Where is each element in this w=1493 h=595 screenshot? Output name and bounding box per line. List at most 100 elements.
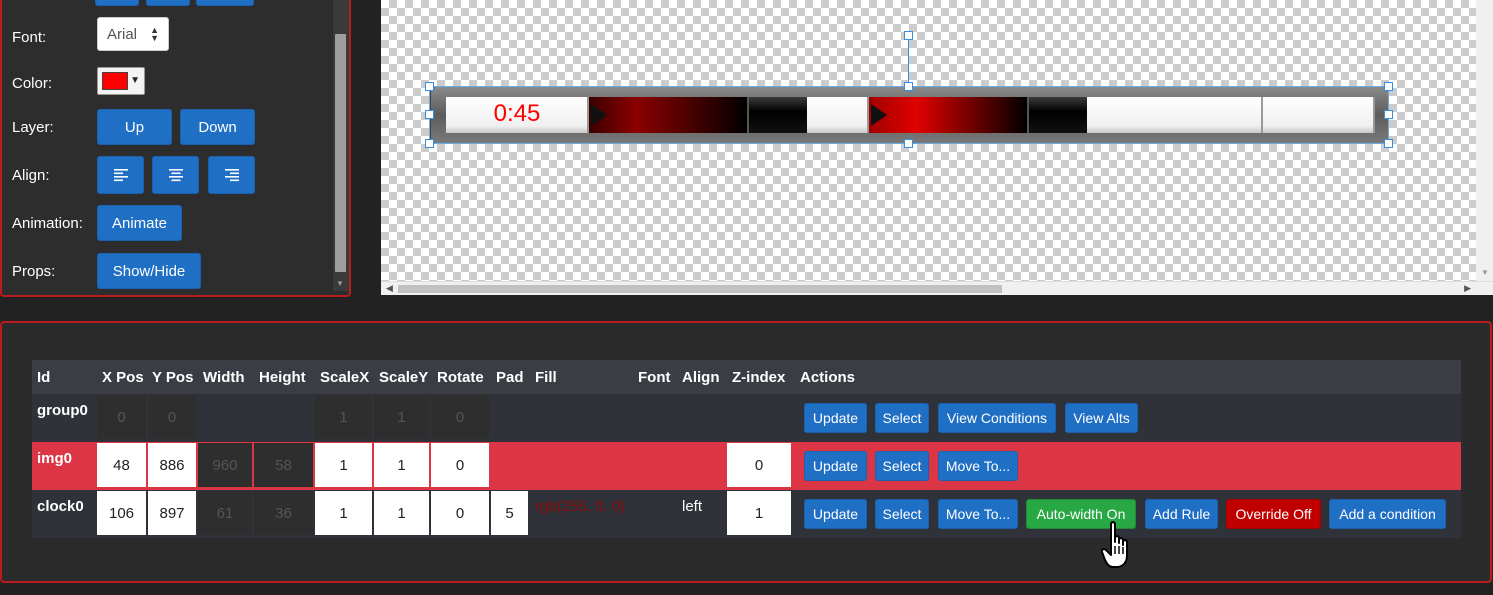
xpos-input[interactable]: 106	[97, 491, 146, 535]
header-rotate: Rotate	[437, 369, 484, 386]
scalex-input[interactable]: 1	[315, 443, 372, 487]
header-height: Height	[259, 369, 306, 386]
select-arrows-icon: ▲ ▼	[150, 25, 159, 43]
scaley-input: 1	[374, 395, 429, 439]
align-center-icon	[168, 169, 183, 182]
scroll-left-icon[interactable]: ◀	[386, 283, 393, 294]
resize-handle-ml[interactable]	[425, 110, 434, 119]
ypos-input[interactable]: 897	[148, 491, 196, 535]
height-input: 58	[254, 443, 313, 487]
height-input: 36	[254, 491, 313, 535]
animate-button[interactable]: Animate	[97, 205, 182, 241]
resize-handle-mr[interactable]	[1384, 110, 1393, 119]
showhide-button[interactable]: Show/Hide	[97, 253, 201, 289]
align-right-button[interactable]	[208, 156, 255, 194]
layer-label: Layer:	[12, 119, 54, 136]
font-label: Font:	[12, 29, 47, 46]
canvas-vertical-scrollbar[interactable]: ▼	[1476, 0, 1493, 281]
resize-handle-bl[interactable]	[425, 139, 434, 148]
header-actions: Actions	[800, 369, 856, 386]
header-align: Align	[682, 369, 720, 386]
select-button[interactable]: Select	[875, 451, 929, 481]
resize-handle-bc[interactable]	[904, 139, 913, 148]
partial-button-3[interactable]	[196, 0, 254, 6]
update-button[interactable]: Update	[804, 403, 867, 433]
scroll-down-icon[interactable]: ▼	[336, 279, 344, 288]
zindex-input[interactable]: 1	[727, 491, 791, 535]
animation-label: Animation:	[12, 215, 83, 232]
override-button[interactable]: Override Off	[1226, 499, 1321, 529]
header-width: Width	[203, 369, 245, 386]
scaley-input[interactable]: 1	[374, 491, 429, 535]
left-panel-scrollbar[interactable]: ▼	[333, 0, 349, 291]
row-id: group0	[37, 402, 88, 419]
properties-panel: Font: Arial ▲ ▼ Color: ▼ Layer: Up Down A…	[0, 0, 351, 297]
header-id: Id	[37, 369, 51, 386]
partial-button-2[interactable]	[146, 0, 190, 6]
update-button[interactable]: Update	[804, 499, 867, 529]
props-label: Props:	[12, 263, 56, 280]
zindex-input[interactable]: 0	[727, 443, 791, 487]
scalex-input: 1	[315, 395, 372, 439]
font-select-value: Arial	[107, 25, 138, 43]
width-input: 960	[198, 443, 252, 487]
pad-input[interactable]: 5	[491, 491, 528, 535]
layer-down-button[interactable]: Down	[180, 109, 255, 145]
scroll-right-icon[interactable]: ▶	[1464, 283, 1471, 294]
font-select[interactable]: Arial ▲ ▼	[97, 17, 169, 51]
row-id: clock0	[37, 498, 84, 515]
header-ypos: Y Pos	[152, 369, 194, 386]
align-right-icon	[224, 169, 239, 182]
xpos-input: 0	[97, 395, 146, 439]
add-rule-button[interactable]: Add Rule	[1145, 499, 1218, 529]
scaley-input[interactable]: 1	[374, 443, 429, 487]
rotation-line	[908, 40, 909, 86]
caret-down-icon: ▼	[130, 75, 140, 86]
row-id: img0	[37, 450, 73, 467]
resize-handle-br[interactable]	[1384, 139, 1393, 148]
rotate-handle[interactable]	[904, 31, 913, 40]
align-center-button[interactable]	[152, 156, 199, 194]
resize-handle-tr[interactable]	[1384, 82, 1393, 91]
align-left-button[interactable]	[97, 156, 144, 194]
scrollbar-thumb[interactable]	[335, 34, 346, 272]
color-label: Color:	[12, 75, 53, 92]
resize-handle-tl[interactable]	[425, 82, 434, 91]
add-condition-button[interactable]: Add a condition	[1329, 499, 1446, 529]
align-left-icon	[113, 169, 128, 182]
canvas-horizontal-scrollbar[interactable]: ◀ ▶	[381, 281, 1493, 295]
header-xpos: X Pos	[102, 369, 144, 386]
scroll-down-icon[interactable]: ▼	[1481, 268, 1489, 277]
view-conditions-button[interactable]: View Conditions	[938, 403, 1056, 433]
scalex-input[interactable]: 1	[315, 491, 372, 535]
color-swatch	[102, 72, 128, 90]
fill-value[interactable]: rgb(255, 0, 0)	[530, 491, 634, 521]
header-fill: Fill	[535, 369, 557, 386]
header-zindex: Z-index	[732, 369, 786, 386]
color-picker[interactable]: ▼	[97, 67, 145, 95]
header-scalex: ScaleX	[320, 369, 370, 386]
table-row-group0	[32, 394, 1461, 442]
layer-up-button[interactable]: Up	[97, 109, 172, 145]
view-alts-button[interactable]: View Alts	[1065, 403, 1138, 433]
ypos-input: 0	[148, 395, 196, 439]
move-to-button[interactable]: Move To...	[938, 451, 1018, 481]
select-button[interactable]: Select	[875, 499, 929, 529]
header-font: Font	[638, 369, 671, 386]
rotate-input[interactable]: 0	[431, 443, 489, 487]
header-scaley: ScaleY	[379, 369, 429, 386]
canvas-area: ▼ ◀ ▶	[381, 0, 1493, 297]
resize-handle-tc[interactable]	[904, 82, 913, 91]
rotate-input[interactable]: 0	[431, 491, 489, 535]
select-button[interactable]: Select	[875, 403, 929, 433]
header-pad: Pad	[496, 369, 524, 386]
partial-button-1[interactable]	[95, 0, 139, 6]
ypos-input[interactable]: 886	[148, 443, 196, 487]
scrollbar-thumb[interactable]	[398, 285, 1002, 293]
update-button[interactable]: Update	[804, 451, 867, 481]
rotate-input: 0	[431, 395, 489, 439]
hand-cursor-icon	[1101, 521, 1128, 568]
width-input: 61	[198, 491, 252, 535]
move-to-button[interactable]: Move To...	[938, 499, 1018, 529]
xpos-input[interactable]: 48	[97, 443, 146, 487]
